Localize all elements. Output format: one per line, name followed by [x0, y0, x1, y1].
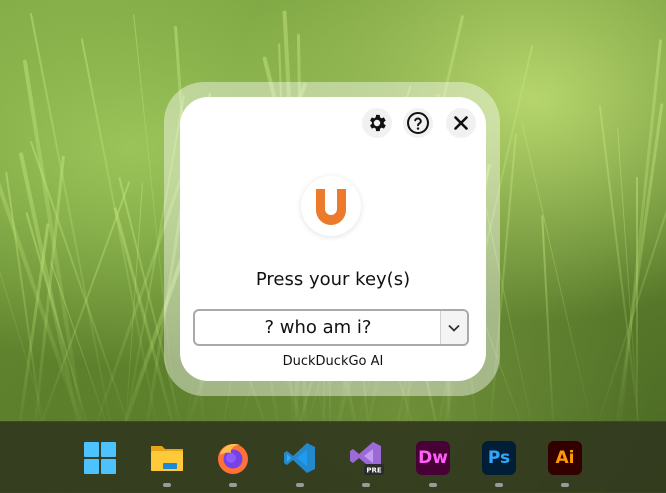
grass-blade: [80, 38, 161, 421]
dreamweaver-button[interactable]: Dw: [414, 439, 452, 477]
vscode-button[interactable]: [281, 439, 319, 477]
grass-blade: [541, 215, 555, 421]
illustrator-icon: Ai: [548, 441, 582, 475]
windows-icon: [84, 442, 116, 474]
visual-studio-icon: PRE: [350, 442, 384, 475]
grass-blade: [617, 127, 640, 421]
grass-blade: [5, 171, 45, 421]
running-indicator: [229, 483, 237, 487]
dropdown-button[interactable]: [440, 311, 467, 344]
grass-blade: [598, 105, 642, 421]
running-indicator: [495, 483, 503, 487]
illustrator-label: Ai: [555, 448, 575, 468]
dialog-title: Press your key(s): [255, 269, 411, 290]
photoshop-button[interactable]: Ps: [480, 439, 518, 477]
grass-blade: [124, 182, 144, 421]
photoshop-icon: Ps: [482, 441, 516, 475]
photoshop-label: Ps: [487, 448, 511, 468]
help-icon: [407, 112, 429, 134]
running-indicator: [163, 483, 171, 487]
grass-blade: [25, 211, 93, 421]
taskbar: PRE Dw Ps Ai: [0, 421, 666, 493]
grass-blade: [617, 39, 663, 421]
grass-blade: [613, 103, 664, 421]
firefox-icon: [218, 444, 248, 474]
vscode-icon: [284, 443, 315, 473]
grass-blade: [32, 155, 65, 421]
grass-blade: [521, 121, 596, 421]
running-indicator: [296, 483, 304, 487]
running-indicator: [429, 483, 437, 487]
close-icon: [454, 116, 468, 130]
key-dialog: Press your key(s) DuckDuckGo AI: [180, 97, 486, 381]
grass-blade: [29, 140, 135, 421]
start-button[interactable]: [81, 439, 119, 477]
close-button[interactable]: [446, 108, 476, 138]
dialog-subtitle: DuckDuckGo AI: [282, 354, 384, 369]
grass-blade: [50, 261, 113, 421]
grass-blade: [34, 181, 131, 421]
illustrator-button[interactable]: Ai: [546, 439, 584, 477]
settings-button[interactable]: [362, 108, 392, 138]
grass-blade: [18, 152, 84, 421]
visual-studio-preview-button[interactable]: PRE: [347, 439, 385, 477]
grass-blade: [16, 222, 50, 421]
grass-blade: [22, 59, 87, 421]
folder-icon: [151, 446, 183, 471]
dreamweaver-label: Dw: [418, 448, 448, 468]
chevron-down-icon: [448, 324, 460, 332]
key-input[interactable]: [195, 311, 441, 344]
gear-icon: [370, 114, 386, 132]
running-indicator: [561, 483, 569, 487]
dreamweaver-icon: Dw: [416, 441, 450, 475]
pre-badge: PRE: [366, 467, 382, 475]
app-logo: [301, 176, 361, 236]
firefox-button[interactable]: [214, 439, 252, 477]
u-logo-icon: [316, 189, 346, 225]
grass-blade: [636, 177, 638, 421]
grass-blade: [29, 12, 115, 421]
running-indicator: [362, 483, 370, 487]
file-explorer-button[interactable]: [148, 439, 186, 477]
key-combobox[interactable]: [193, 309, 469, 346]
grass-blade: [0, 49, 52, 421]
grass-blade: [0, 91, 89, 421]
help-button[interactable]: [403, 108, 433, 138]
grass-blade: [591, 35, 666, 421]
